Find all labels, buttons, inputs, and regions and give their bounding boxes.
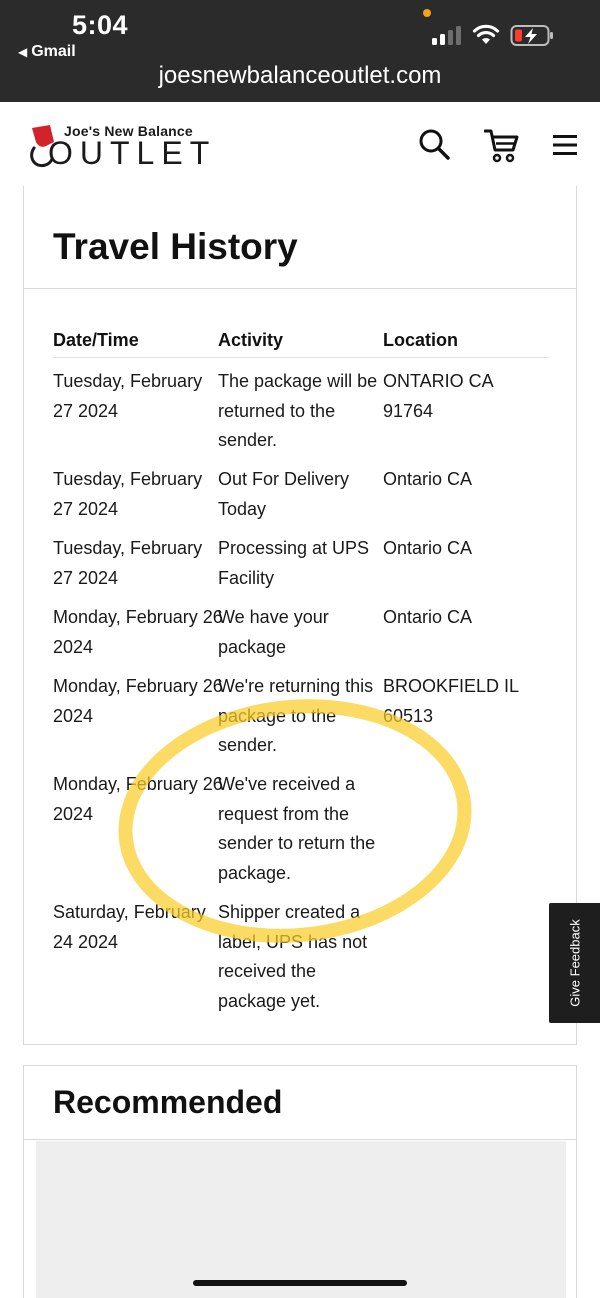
back-app-label: Gmail <box>31 43 76 60</box>
row-date-cell: Tuesday, February 27 2024 <box>53 538 203 588</box>
row-location-cell: Ontario CA <box>383 607 473 627</box>
column-header-activity: Activity <box>218 330 284 350</box>
mic-indicator-dot <box>423 9 431 17</box>
back-arrow-icon: ◀ <box>18 45 28 59</box>
header-divider <box>53 357 549 358</box>
row-location-cell: Ontario CA <box>383 469 473 489</box>
search-icon[interactable] <box>418 128 450 160</box>
recommended-product-placeholder[interactable] <box>36 1141 566 1298</box>
cart-icon[interactable] <box>484 128 520 164</box>
row-location-cell: BROOKFIELD IL 60513 <box>383 676 519 726</box>
column-header-location: Location <box>383 330 458 350</box>
site-logo[interactable]: Joe's New Balance OUTLET <box>28 122 209 170</box>
row-date-cell: Monday, February 26 2024 <box>53 774 223 824</box>
row-date-cell: Monday, February 26 2024 <box>53 676 223 726</box>
recommended-title: Recommended <box>53 1084 283 1120</box>
row-location-cell: Ontario CA <box>383 538 473 558</box>
row-activity-cell: We're returning this package to the send… <box>218 676 374 755</box>
url-bar[interactable]: joesnewbalanceoutlet.com <box>0 62 600 90</box>
row-date-cell: Saturday, February 24 2024 <box>53 902 206 952</box>
row-location-cell: ONTARIO CA 91764 <box>383 371 493 421</box>
card-divider <box>24 1139 576 1140</box>
home-indicator[interactable] <box>193 1280 407 1286</box>
column-header-date: Date/Time <box>53 330 139 350</box>
row-date-cell: Tuesday, February 27 2024 <box>53 371 203 421</box>
travel-history-title: Travel History <box>53 226 298 267</box>
row-activity-cell: The package will be returned to the send… <box>218 371 378 450</box>
row-activity-cell: We've received a request from the sender… <box>218 774 376 883</box>
signal-icon <box>432 26 461 45</box>
row-activity-cell: Processing at UPS Facility <box>218 538 370 588</box>
card-divider <box>24 288 576 289</box>
give-feedback-label: Give Feedback <box>567 919 582 1007</box>
row-date-cell: Tuesday, February 27 2024 <box>53 469 203 519</box>
battery-charging-icon <box>510 25 553 46</box>
row-activity-cell: Shipper created a label, UPS has not rec… <box>218 902 368 1011</box>
travel-history-card: Travel History Date/Time Activity Locati… <box>23 186 577 1045</box>
status-time: 5:04 <box>72 10 129 40</box>
wifi-icon <box>472 24 500 44</box>
browser-top-bar: 5:04 ◀ Gmail joesnewbalanceoutlet.com <box>0 0 600 102</box>
logo-text-bottom: OUTLET <box>48 135 217 171</box>
recommended-card: Recommended <box>23 1065 577 1298</box>
row-activity-cell: Out For Delivery Today <box>218 469 350 519</box>
back-to-app-link[interactable]: ◀ Gmail <box>18 43 76 61</box>
row-date-cell: Monday, February 26 2024 <box>53 607 223 657</box>
menu-icon[interactable] <box>552 134 578 156</box>
give-feedback-tab[interactable]: Give Feedback <box>549 903 600 1023</box>
site-header: Joe's New Balance OUTLET <box>0 102 600 186</box>
row-activity-cell: We have your package <box>218 607 329 657</box>
